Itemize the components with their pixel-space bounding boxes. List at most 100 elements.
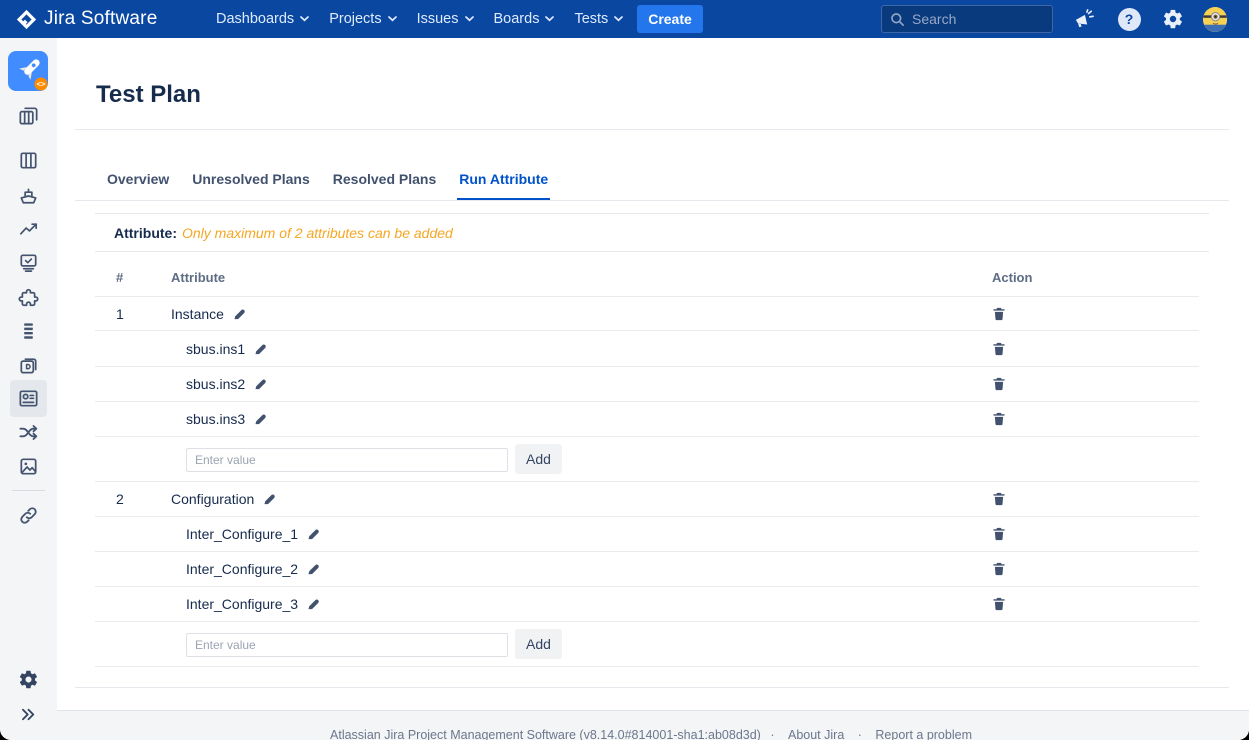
delete-trash-icon[interactable] — [992, 526, 1006, 542]
jira-diamond-icon — [16, 9, 37, 30]
pages-icon[interactable] — [16, 352, 41, 377]
chevron-down-icon — [388, 16, 397, 22]
footer-text-line: Atlassian Jira Project Management Softwa… — [57, 728, 1249, 740]
notice-label: Attribute: — [114, 225, 177, 241]
project-sidebar: <> — [0, 38, 57, 740]
column-header-action: Action — [992, 270, 1032, 285]
chevron-down-icon — [465, 16, 474, 22]
table-row: Inter_Configure_2 — [95, 552, 1199, 587]
attribute-value: sbus.ins1 — [186, 341, 245, 357]
backlog-icon[interactable] — [16, 103, 41, 128]
attribute-name: Instance — [171, 306, 224, 322]
menu-issues[interactable]: Issues — [407, 0, 484, 38]
page-footer: Atlassian Jira Project Management Softwa… — [57, 710, 1249, 740]
tab-run-attribute[interactable]: Run Attribute — [457, 168, 550, 200]
search-box[interactable] — [881, 5, 1053, 33]
attribute-name: Configuration — [171, 491, 254, 507]
edit-pencil-icon[interactable] — [253, 377, 267, 391]
chevron-down-icon — [614, 16, 623, 22]
jira-logo[interactable]: Jira Software — [16, 0, 157, 38]
user-avatar[interactable] — [1203, 7, 1227, 31]
delete-trash-icon[interactable] — [992, 376, 1006, 392]
project-settings-icon[interactable] — [16, 667, 41, 692]
attribute-value: Inter_Configure_3 — [186, 596, 298, 612]
column-header-num: # — [116, 270, 123, 285]
create-button[interactable]: Create — [637, 5, 703, 33]
tab-overview[interactable]: Overview — [105, 168, 171, 200]
links-icon[interactable] — [16, 503, 41, 528]
notice-message: Only maximum of 2 attributes can be adde… — [182, 225, 453, 241]
chevron-down-icon — [300, 16, 309, 22]
menu-boards[interactable]: Boards — [484, 0, 565, 38]
test-plan-icon[interactable] — [16, 386, 41, 411]
add-ons-icon[interactable] — [16, 286, 41, 311]
table-row: 1 Instance — [95, 296, 1199, 331]
reports-icon[interactable] — [16, 216, 41, 241]
brand-text: Jira Software — [44, 8, 157, 30]
delete-trash-icon[interactable] — [992, 341, 1006, 357]
enter-value-input[interactable] — [186, 633, 508, 657]
edit-pencil-icon[interactable] — [306, 527, 320, 541]
notice-bottom-divider — [95, 251, 1209, 252]
edit-pencil-icon[interactable] — [306, 597, 320, 611]
delete-trash-icon[interactable] — [992, 596, 1006, 612]
add-button[interactable]: Add — [515, 629, 562, 659]
menu-tests[interactable]: Tests — [564, 0, 633, 38]
issue-list-icon[interactable] — [16, 318, 41, 343]
footer-link-about-jira[interactable]: About Jira — [788, 728, 844, 740]
tab-unresolved-plans[interactable]: Unresolved Plans — [190, 168, 312, 200]
avatar-image — [1203, 7, 1227, 32]
help-icon[interactable]: ? — [1117, 7, 1141, 31]
delete-trash-icon[interactable] — [992, 491, 1006, 507]
expand-sidebar-icon[interactable] — [16, 702, 41, 727]
add-value-row: Add — [95, 622, 1199, 667]
table-row: sbus.ins3 — [95, 402, 1199, 437]
table-row: 2 Configuration — [95, 482, 1199, 517]
delete-trash-icon[interactable] — [992, 306, 1006, 322]
table-header: # Attribute Action — [95, 270, 1199, 296]
shuffle-icon[interactable] — [16, 420, 41, 445]
project-avatar-rocket[interactable]: <> — [8, 51, 48, 91]
enter-value-input[interactable] — [186, 448, 508, 472]
svg-text:<>: <> — [37, 80, 46, 89]
top-navigation-bar: Jira Software Dashboards Projects Issues… — [0, 0, 1249, 38]
releases-icon[interactable] — [16, 184, 41, 209]
row-number: 2 — [116, 491, 124, 507]
tab-resolved-plans[interactable]: Resolved Plans — [331, 168, 439, 200]
add-button[interactable]: Add — [515, 444, 562, 474]
row-number: 1 — [116, 306, 124, 322]
search-input[interactable] — [912, 11, 1032, 27]
table-row: Inter_Configure_3 — [95, 587, 1199, 622]
jira-window: Jira Software Dashboards Projects Issues… — [0, 0, 1249, 740]
delete-trash-icon[interactable] — [992, 561, 1006, 577]
edit-pencil-icon[interactable] — [253, 412, 267, 426]
tabs-divider — [75, 200, 1229, 201]
attribute-notice: Attribute: Only maximum of 2 attributes c… — [114, 225, 453, 241]
add-value-row: Add — [95, 437, 1199, 482]
active-sprints-icon[interactable] — [16, 250, 41, 275]
footer-link-report-problem[interactable]: Report a problem — [875, 728, 972, 740]
feedback-megaphone-icon[interactable] — [1072, 7, 1096, 31]
edit-pencil-icon[interactable] — [232, 307, 246, 321]
attribute-value: Inter_Configure_1 — [186, 526, 298, 542]
question-mark-glyph: ? — [1118, 8, 1141, 31]
page-title: Test Plan — [96, 81, 201, 109]
main-content: Test Plan Overview Unresolved Plans Reso… — [57, 38, 1249, 740]
chevron-down-icon — [545, 16, 554, 22]
table-row: sbus.ins1 — [95, 332, 1199, 367]
column-header-attribute: Attribute — [171, 270, 225, 285]
main-menu: Dashboards Projects Issues Boards Tests — [206, 0, 633, 38]
attribute-value: sbus.ins3 — [186, 411, 245, 427]
menu-dashboards[interactable]: Dashboards — [206, 0, 319, 38]
settings-gear-icon[interactable] — [1161, 7, 1185, 31]
media-icon[interactable] — [16, 454, 41, 479]
menu-projects[interactable]: Projects — [319, 0, 406, 38]
delete-trash-icon[interactable] — [992, 411, 1006, 427]
board-icon[interactable] — [16, 148, 41, 173]
attribute-value: sbus.ins2 — [186, 376, 245, 392]
search-icon — [890, 12, 905, 27]
edit-pencil-icon[interactable] — [306, 562, 320, 576]
edit-pencil-icon[interactable] — [253, 342, 267, 356]
edit-pencil-icon[interactable] — [262, 492, 276, 506]
table-row: sbus.ins2 — [95, 367, 1199, 402]
